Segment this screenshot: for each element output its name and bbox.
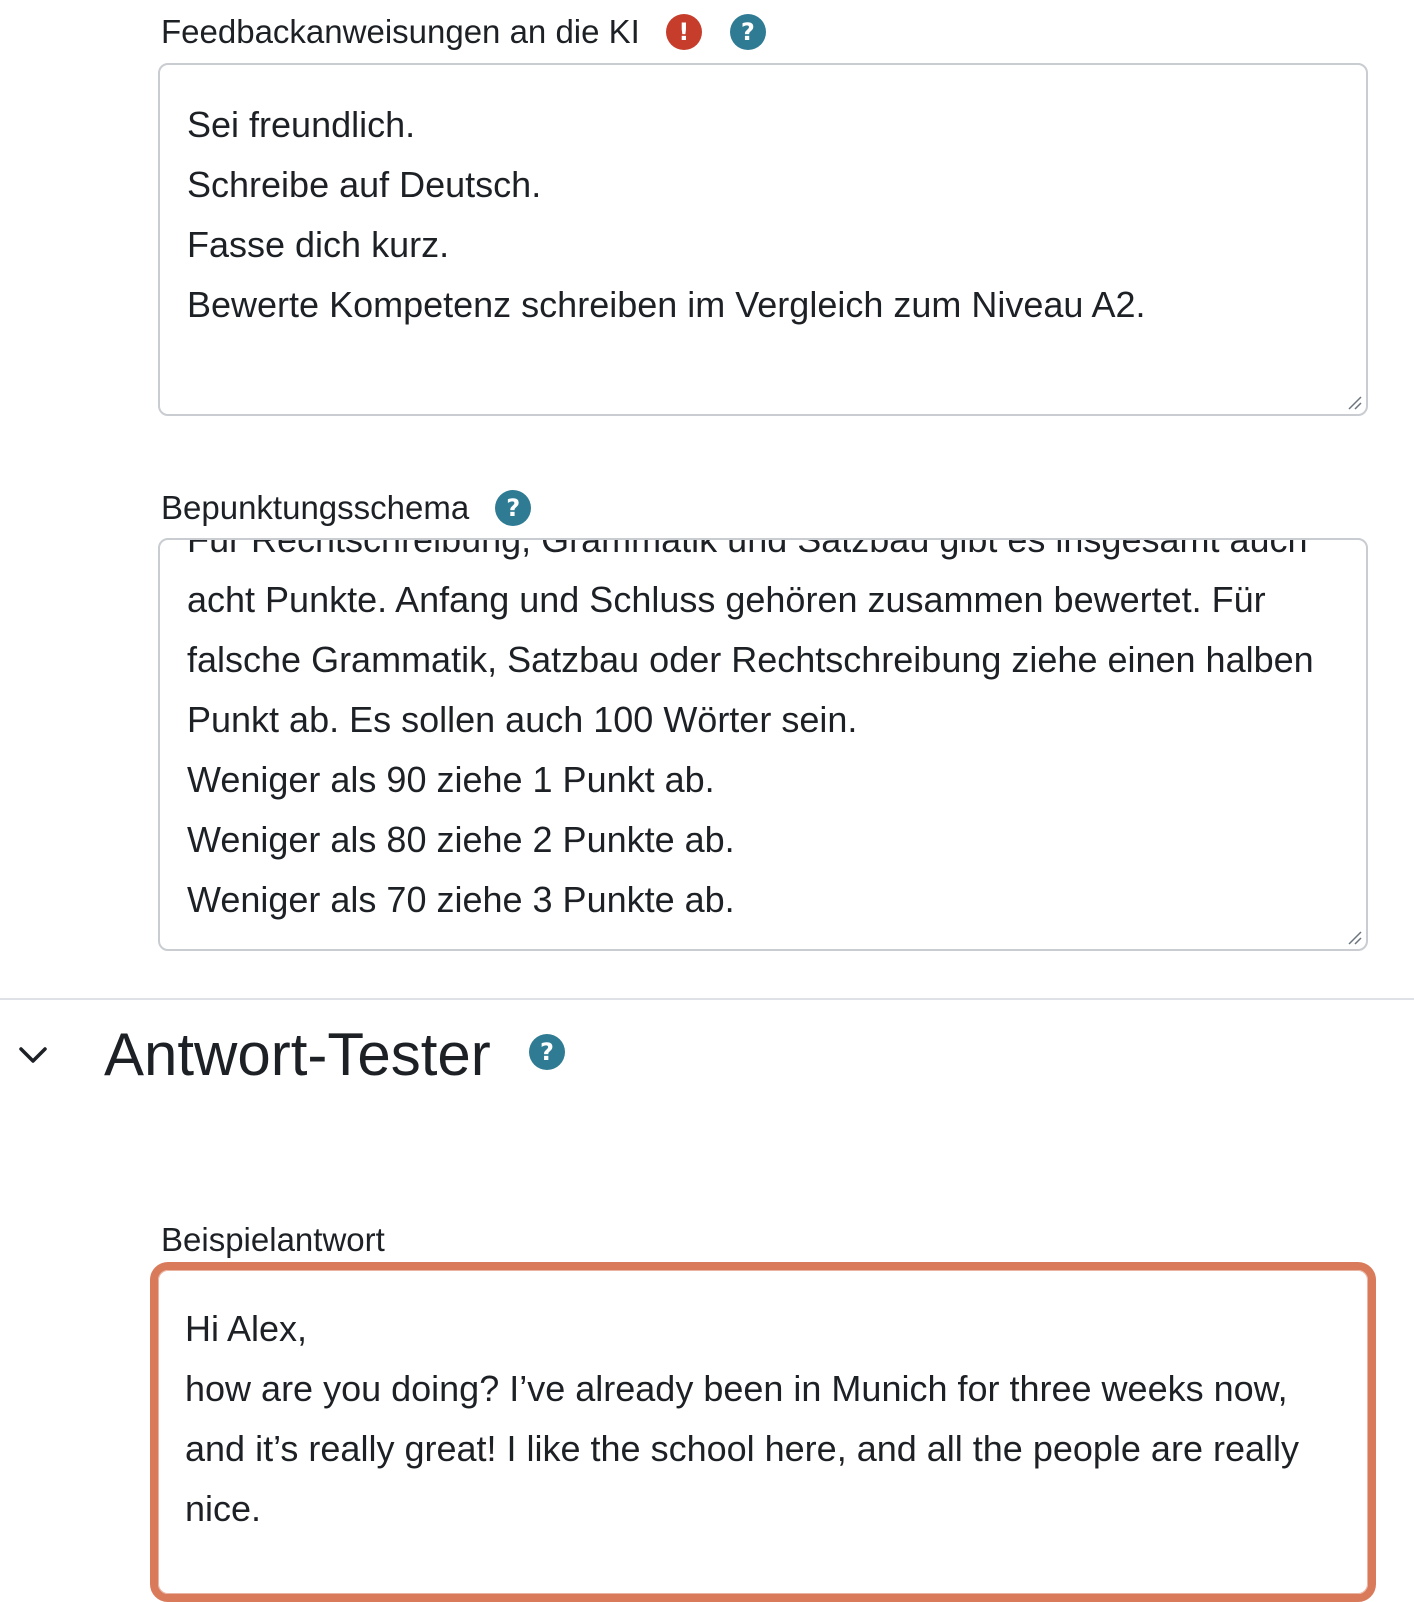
section-header: Antwort-Tester ? [0, 1020, 1414, 1090]
required-icon: ! [665, 14, 702, 50]
help-icon[interactable]: ? [495, 490, 532, 526]
sample-answer-textarea[interactable]: Hi Alex, how are you doing? I’ve already… [150, 1262, 1376, 1602]
feedback-label-text: Feedbackanweisungen an die KI [161, 13, 640, 50]
feedback-label: Feedbackanweisungen an die KI ! ? [161, 12, 766, 52]
feedback-textarea-content: Sei freundlich. Schreibe auf Deutsch. Fa… [187, 104, 1146, 325]
grading-textarea-content: Für Rechtschreibung, Grammatik und Satzb… [187, 538, 1314, 920]
sample-answer-inner: Hi Alex, how are you doing? I’ve already… [158, 1270, 1368, 1594]
feedback-textarea[interactable]: Sei freundlich. Schreibe auf Deutsch. Fa… [158, 63, 1368, 416]
help-icon[interactable]: ? [729, 14, 766, 50]
sample-label: Beispielantwort [161, 1220, 385, 1260]
section-divider [0, 998, 1414, 1000]
resize-handle-icon[interactable] [1346, 394, 1362, 410]
sample-answer-content: Hi Alex, how are you doing? I’ve already… [185, 1308, 1299, 1529]
help-icon[interactable]: ? [529, 1034, 565, 1070]
grading-label-text: Bepunktungsschema [161, 489, 470, 526]
chevron-down-icon[interactable] [16, 1038, 50, 1072]
grading-label: Bepunktungsschema ? [161, 488, 532, 528]
section-title: Antwort-Tester [104, 1021, 491, 1088]
resize-handle-icon[interactable] [1346, 929, 1362, 945]
grading-textarea[interactable]: Für Rechtschreibung, Grammatik und Satzb… [158, 538, 1368, 951]
sample-label-text: Beispielantwort [161, 1221, 385, 1258]
